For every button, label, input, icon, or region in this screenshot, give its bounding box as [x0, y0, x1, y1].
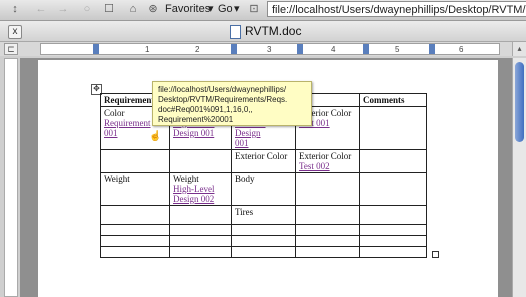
tooltip-line: file://localhost/Users/dwaynephillips/	[158, 85, 287, 94]
address-field[interactable]: file://localhost/Users/dwaynephillips/De…	[267, 1, 526, 17]
scroll-up-icon[interactable]: ▴	[512, 42, 526, 56]
table-row: Exterior Color Exterior Color Test 002	[100, 149, 427, 173]
table-cell[interactable]	[359, 235, 427, 247]
table-row: Tires	[100, 205, 427, 225]
table-cell[interactable]	[169, 224, 232, 236]
column-marker[interactable]	[231, 44, 237, 54]
table-row	[100, 235, 427, 247]
search-icon[interactable]: ⊛	[146, 2, 160, 16]
scrollbar-thumb[interactable]	[515, 62, 524, 142]
table-cell[interactable]	[359, 106, 427, 150]
table-cell[interactable]: Weight High-Level Design 002	[169, 172, 232, 206]
home-icon[interactable]: ⌂	[126, 2, 140, 16]
table-row: Weight Weight High-Level Design 002 Body	[100, 172, 427, 206]
table-cell[interactable]	[169, 235, 232, 247]
table-cell[interactable]	[100, 205, 170, 225]
table-cell[interactable]	[359, 246, 427, 258]
hand-cursor-icon: ☝	[149, 131, 162, 142]
table-cell[interactable]: Exterior Color	[231, 149, 296, 173]
ruler-number: 3	[267, 45, 272, 54]
right-indent-marker[interactable]	[429, 44, 435, 54]
table-cell[interactable]	[295, 235, 360, 247]
table-cell[interactable]	[231, 246, 296, 258]
tooltip-line: Requirement%20001	[158, 115, 234, 124]
go-dropdown-icon[interactable]: ▾	[234, 2, 240, 16]
ruler-number: 6	[459, 45, 464, 54]
detailed-design-link[interactable]: 001	[235, 138, 292, 148]
back-arrow-icon[interactable]: ←	[34, 2, 48, 16]
window-title: RVTM.doc	[245, 24, 302, 38]
ruler-number: 5	[395, 45, 400, 54]
table-cell[interactable]: Weight	[100, 172, 170, 206]
forward-back-icon[interactable]: ↕	[8, 2, 22, 16]
tooltip-line: doc#Req001%091,1,16,0,,	[158, 105, 253, 114]
table-cell[interactable]	[295, 172, 360, 206]
tooltip-line: Desktop/RVTM/Requirements/Reqs.	[158, 95, 288, 104]
table-cell[interactable]: Exterior Color Test 002	[295, 149, 360, 173]
table-cell[interactable]	[295, 205, 360, 225]
table-cell[interactable]	[169, 246, 232, 258]
ruler-number: 4	[331, 45, 336, 54]
table-cell[interactable]	[169, 205, 232, 225]
window-titlebar: x RVTM.doc	[0, 21, 526, 42]
cell-text: Weight	[173, 174, 199, 184]
table-cell[interactable]	[359, 224, 427, 236]
test-link[interactable]: Test 002	[299, 161, 356, 171]
hyperlink-tooltip: file://localhost/Users/dwaynephillips/ D…	[152, 81, 312, 126]
browser-toolbar: ↕ ← → ○ ☐ ⌂ ⊛ Favorites ▾ Go ▾ ⊡ file://…	[0, 0, 526, 21]
table-cell[interactable]	[100, 224, 170, 236]
high-level-design-link[interactable]: High-Level	[173, 184, 228, 194]
table-cell[interactable]	[359, 205, 427, 225]
table-row	[100, 246, 427, 258]
go-menu[interactable]: Go	[218, 2, 233, 16]
ruler-toggle-icon[interactable]: ⊏	[4, 43, 18, 55]
refresh-icon[interactable]: ☐	[102, 2, 116, 16]
table-cell[interactable]	[169, 149, 232, 173]
high-level-design-link[interactable]: Design 001	[173, 128, 228, 138]
vertical-ruler[interactable]	[4, 58, 18, 297]
ruler-row: ⊏ 1 2 3 4 5 6	[0, 42, 526, 56]
table-cell[interactable]	[359, 149, 427, 173]
header-cell[interactable]: Comments	[359, 93, 427, 107]
table-cell[interactable]	[100, 235, 170, 247]
favorites-menu[interactable]: Favorites	[165, 2, 210, 16]
table-cell[interactable]	[100, 149, 170, 173]
table-cell[interactable]	[231, 224, 296, 236]
document-icon	[230, 25, 241, 39]
table-cell[interactable]: Tires	[231, 205, 296, 225]
column-marker[interactable]	[297, 44, 303, 54]
favorites-dropdown-icon[interactable]: ▾	[208, 2, 214, 16]
stop-icon[interactable]: ○	[80, 2, 94, 16]
column-marker[interactable]	[363, 44, 369, 54]
table-cell[interactable]	[295, 246, 360, 258]
ruler-number: 1	[145, 45, 150, 54]
horizontal-ruler[interactable]: 1 2 3 4 5 6	[40, 43, 500, 55]
table-cell[interactable]: Body	[231, 172, 296, 206]
page-icon[interactable]: ⊡	[247, 2, 261, 16]
high-level-design-link[interactable]: Design 002	[173, 194, 228, 204]
left-indent-marker[interactable]	[93, 44, 99, 54]
close-icon[interactable]: x	[8, 25, 22, 39]
forward-arrow-icon[interactable]: →	[56, 2, 70, 16]
table-cell[interactable]	[295, 224, 360, 236]
table-cell[interactable]	[359, 172, 427, 206]
table-cell[interactable]	[100, 246, 170, 258]
ruler-number: 2	[195, 45, 200, 54]
cell-text: Exterior Color	[299, 151, 352, 161]
vertical-scrollbar[interactable]	[512, 58, 526, 297]
table-cell[interactable]	[231, 235, 296, 247]
table-resize-handle[interactable]	[432, 251, 439, 258]
table-row	[100, 224, 427, 236]
